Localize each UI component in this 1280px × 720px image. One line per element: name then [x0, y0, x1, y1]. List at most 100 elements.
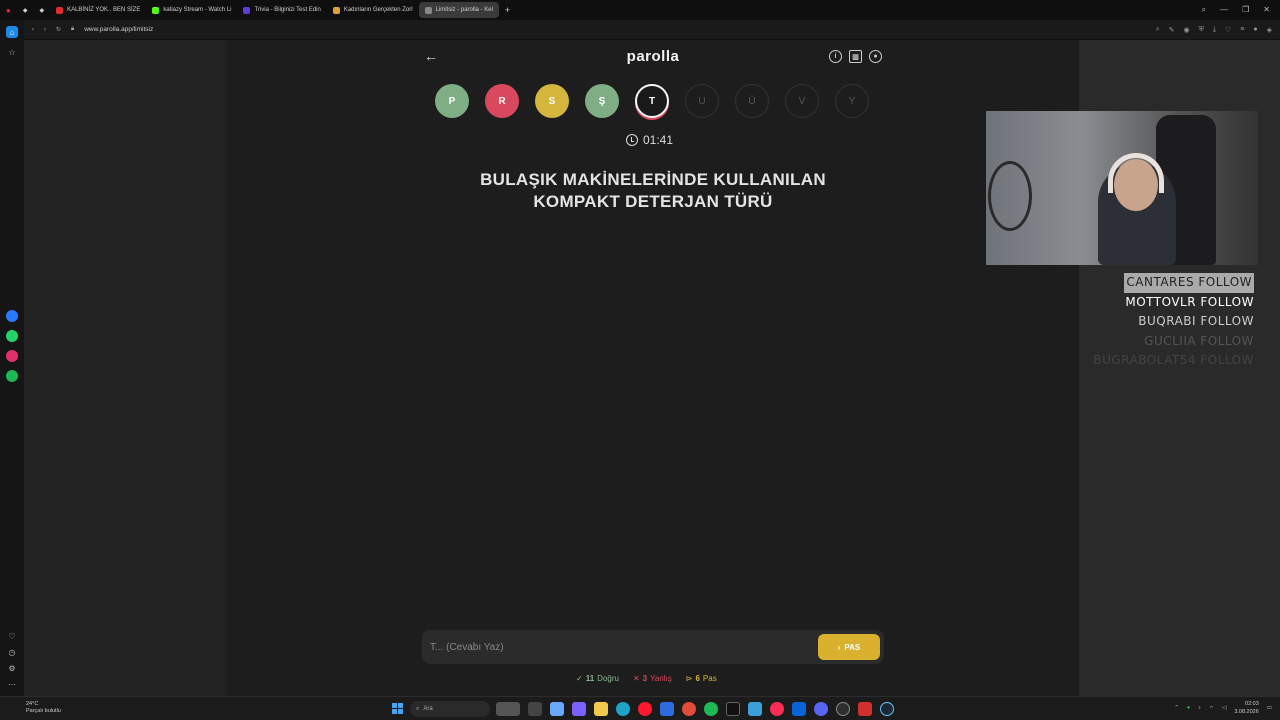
minimize-icon[interactable]: —: [1220, 5, 1228, 15]
game-area: ← parolla i ▥ ● P R S Ş T U Ü V Y 01:41 …: [226, 40, 1079, 696]
app-icon[interactable]: [748, 702, 762, 716]
edge-icon[interactable]: [616, 702, 630, 716]
reload-icon[interactable]: ↻: [56, 26, 61, 33]
logo: parolla: [626, 48, 680, 65]
browser-tab-4[interactable]: Limitsiz - parolla - Kel: [418, 2, 499, 18]
search-placeholder: Ara: [423, 706, 433, 712]
edit-icon[interactable]: ✎: [1169, 26, 1175, 34]
correct-stat: ✓ 11 Doğru: [576, 674, 619, 683]
weather-text: Parçalı bulutlu: [26, 708, 61, 714]
browser-tab-2[interactable]: Trivia - Bilginizi Test Edin: [237, 2, 326, 18]
opera-icon[interactable]: [638, 702, 652, 716]
forward-nav-icon[interactable]: ›: [44, 27, 46, 33]
browser-menu-icon[interactable]: ●: [0, 2, 17, 18]
info-icon[interactable]: i: [829, 50, 842, 63]
spotify-icon[interactable]: [704, 702, 718, 716]
mail-icon[interactable]: [792, 702, 806, 716]
weather-widget[interactable]: 24°C Parçalı bulutlu: [26, 701, 61, 715]
browser-sidebar: ⌂ ☆ ♡ ◷ ⚙ ⋯: [0, 20, 24, 696]
taskbar: 24°C Parçalı bulutlu ⌕ Ara ⌃ ● ♪ ⌔ ◁ 02:…: [0, 696, 1280, 720]
letter-u: U: [685, 84, 719, 118]
timer: 01:41: [626, 133, 680, 147]
capcut-icon[interactable]: [726, 702, 740, 716]
windows-start-icon[interactable]: [392, 703, 403, 714]
question-text: BULAŞIK MAKİNELERİNDE KULLANILAN KOMPAKT…: [480, 170, 826, 211]
home-icon[interactable]: ⌂: [6, 26, 18, 38]
ai-icon[interactable]: ◈: [1267, 26, 1272, 34]
wrong-label: Yanlış: [650, 674, 672, 683]
correct-label: Doğru: [597, 674, 619, 683]
game-icon[interactable]: [858, 702, 872, 716]
url-field[interactable]: www.parolla.app/limitsiz: [84, 26, 153, 33]
spotify-icon[interactable]: [6, 370, 18, 382]
store-icon[interactable]: [660, 702, 674, 716]
back-nav-icon[interactable]: ‹: [32, 27, 34, 33]
tray-app-icon[interactable]: ●: [1187, 705, 1190, 711]
search-icon[interactable]: ⌕: [1202, 5, 1206, 15]
notification-icon[interactable]: ▭: [1267, 705, 1272, 711]
letter-r: R: [485, 84, 519, 118]
letter-uu: Ü: [735, 84, 769, 118]
browser-tab-3[interactable]: Kadınların Gerçekten Zorl: [327, 2, 419, 18]
star-icon[interactable]: ☆: [6, 46, 18, 58]
profile-icon[interactable]: ●: [1253, 26, 1257, 34]
taskbar-clock[interactable]: 02:03 3.08.2026: [1234, 700, 1258, 716]
letter-v: V: [785, 84, 819, 118]
kick-icon: [152, 6, 160, 14]
answer-input[interactable]: [428, 635, 808, 659]
settings-icon[interactable]: ⚙: [6, 662, 18, 674]
chevron-up-icon[interactable]: ⌃: [1174, 705, 1179, 711]
camera-icon[interactable]: ◉: [1184, 26, 1190, 34]
letter-s: S: [535, 84, 569, 118]
browser-tab-1[interactable]: katiazy Stream - Watch Li: [146, 2, 237, 18]
microphone-icon[interactable]: ♪: [1198, 705, 1201, 711]
follower-item: BUQRABI FOLLOW: [1138, 314, 1254, 328]
close-icon[interactable]: ✕: [1263, 5, 1270, 15]
menu-icon[interactable]: ≡: [1240, 26, 1244, 34]
browser-tab-0[interactable]: KALBİNİZ YOK.. BEN SİZE: [50, 2, 146, 18]
workspace-icon[interactable]: ◆: [17, 2, 34, 18]
chrome-icon[interactable]: [682, 702, 696, 716]
stats-icon[interactable]: ▥: [849, 50, 862, 63]
whatsapp-icon[interactable]: [6, 330, 18, 342]
history-icon[interactable]: ◷: [6, 646, 18, 658]
parolla-icon: [424, 6, 432, 14]
speaker-icon[interactable]: ◁: [1222, 705, 1226, 711]
obs-icon[interactable]: [836, 702, 850, 716]
task-view-icon[interactable]: [528, 702, 542, 716]
maximize-icon[interactable]: ❐: [1242, 5, 1249, 15]
skip-icon: ⊳: [685, 674, 693, 683]
workspace-icon-2[interactable]: ◆: [33, 2, 50, 18]
discord-icon[interactable]: [814, 702, 828, 716]
game-header: ← parolla i ▥ ●: [420, 46, 886, 68]
temperature: 24°C: [26, 701, 39, 707]
youtube-icon: [56, 6, 64, 14]
taskbar-search[interactable]: ⌕ Ara: [410, 701, 490, 717]
pass-button[interactable]: › PAS: [818, 634, 880, 660]
shield-icon[interactable]: ⛨: [1199, 26, 1204, 34]
more-icon[interactable]: ⋯: [6, 678, 18, 690]
check-icon: ✓: [576, 674, 583, 683]
new-tab-icon[interactable]: +: [499, 2, 516, 18]
teams-icon[interactable]: [572, 702, 586, 716]
widgets-icon[interactable]: [496, 702, 520, 716]
messenger-icon[interactable]: [6, 310, 18, 322]
opera-gx-icon[interactable]: [770, 702, 784, 716]
network-icon[interactable]: ⌔: [1209, 705, 1214, 712]
webcam-feed: [986, 111, 1258, 265]
search-icon: ⌕: [416, 705, 420, 712]
wrong-count: 3: [642, 674, 648, 683]
copilot-icon[interactable]: [550, 702, 564, 716]
instagram-icon[interactable]: [6, 350, 18, 362]
page-margin-left: [24, 40, 226, 696]
tab-label: katiazy Stream - Watch Li: [163, 7, 232, 13]
steam-icon[interactable]: [880, 702, 894, 716]
lock-icon: 🔒︎: [71, 26, 75, 32]
download-icon[interactable]: ⤓: [1213, 26, 1216, 34]
explorer-icon[interactable]: [594, 702, 608, 716]
heart-icon[interactable]: ♡: [1225, 26, 1231, 34]
user-icon[interactable]: ●: [869, 50, 882, 63]
letter-y: Y: [835, 84, 869, 118]
zoom-icon[interactable]: ⌕: [1156, 26, 1160, 34]
heart-icon[interactable]: ♡: [6, 630, 18, 642]
